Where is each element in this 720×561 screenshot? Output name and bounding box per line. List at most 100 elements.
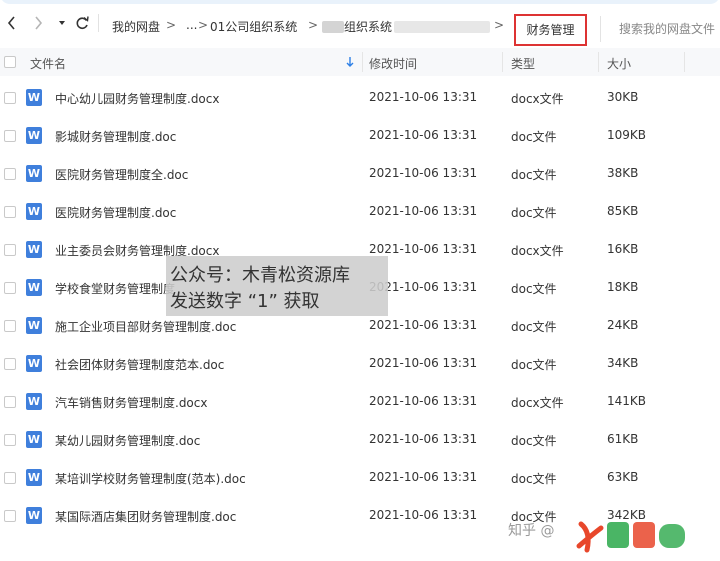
file-type: docx文件 (511, 92, 564, 106)
breadcrumb-ellipsis[interactable]: ... (186, 18, 197, 32)
watermark-logo (576, 521, 685, 553)
word-doc-icon: W (26, 317, 42, 334)
search-input[interactable]: 搜索我的网盘文件 (600, 16, 720, 42)
file-row[interactable]: W 汽车销售财务管理制度.docx 2021-10-06 13:31 docx文件 14… (0, 383, 720, 421)
breadcrumb-separator: > (166, 18, 177, 32)
breadcrumb-org-system[interactable]: 组织系统 (344, 18, 392, 35)
word-doc-icon: W (26, 165, 42, 182)
file-type: docx文件 (511, 396, 564, 410)
file-type: doc文件 (511, 434, 557, 448)
select-all-checkbox[interactable] (4, 56, 16, 68)
file-type: docx文件 (511, 244, 564, 258)
row-checkbox[interactable] (4, 396, 16, 408)
file-modified: 2021-10-06 13:31 (369, 318, 478, 332)
promo-overlay: 公众号：木青松资源库 发送数字 “1” 获取 (166, 256, 388, 316)
row-checkbox[interactable] (4, 282, 16, 294)
promo-line-2: 发送数字 “1” 获取 (170, 291, 320, 312)
blurred-region (322, 21, 344, 33)
file-row[interactable]: W 医院财务管理制度.doc 2021-10-06 13:31 doc文件 85KB (0, 193, 720, 231)
file-modified: 2021-10-06 13:31 (369, 204, 478, 218)
file-modified: 2021-10-06 13:31 (369, 356, 478, 370)
file-size: 141KB (607, 394, 647, 408)
breadcrumb-company-org[interactable]: 01公司组织系统 (210, 18, 297, 35)
file-modified: 2021-10-06 13:31 (369, 90, 478, 104)
file-name[interactable]: 医院财务管理制度全.doc (55, 166, 188, 183)
file-size: 30KB (607, 90, 639, 104)
row-checkbox[interactable] (4, 320, 16, 332)
file-row[interactable]: W 某幼儿园财务管理制度.doc 2021-10-06 13:31 doc文件 61KB (0, 421, 720, 459)
breadcrumb-separator: > (308, 18, 319, 32)
file-size: 34KB (607, 356, 639, 370)
watermark-text: 知乎 @ (508, 523, 555, 539)
file-type: doc文件 (511, 130, 557, 144)
nav-divider (98, 14, 99, 32)
file-name[interactable]: 社会团体财务管理制度范本.doc (55, 356, 224, 373)
file-type: doc文件 (511, 206, 557, 220)
top-bar-edge (0, 0, 720, 4)
file-size: 109KB (607, 128, 647, 142)
word-doc-icon: W (26, 127, 42, 144)
breadcrumb-separator: > (494, 18, 505, 32)
file-name[interactable]: 汽车销售财务管理制度.docx (55, 394, 207, 411)
breadcrumb-my-drive[interactable]: 我的网盘 (112, 18, 160, 35)
file-modified: 2021-10-06 13:31 (369, 432, 478, 446)
column-type[interactable]: 类型 (511, 55, 535, 72)
file-name[interactable]: 学校食堂财务管理制度 (55, 280, 175, 297)
refresh-icon[interactable] (74, 14, 90, 32)
file-name[interactable]: 施工企业项目部财务管理制度.doc (55, 318, 236, 335)
file-row[interactable]: W 影城财务管理制度.doc 2021-10-06 13:31 doc文件 109KB (0, 117, 720, 155)
word-doc-icon: W (26, 203, 42, 220)
row-checkbox[interactable] (4, 92, 16, 104)
file-row[interactable]: W 社会团体财务管理制度范本.doc 2021-10-06 13:31 doc文件 34… (0, 345, 720, 383)
file-size: 24KB (607, 318, 639, 332)
file-type: doc文件 (511, 472, 557, 486)
column-divider[interactable] (362, 52, 363, 72)
row-checkbox[interactable] (4, 244, 16, 256)
word-doc-icon: W (26, 89, 42, 106)
row-checkbox[interactable] (4, 358, 16, 370)
file-name[interactable]: 中心幼儿园财务管理制度.docx (55, 90, 219, 107)
file-row[interactable]: W 医院财务管理制度全.doc 2021-10-06 13:31 doc文件 38KB (0, 155, 720, 193)
file-modified: 2021-10-06 13:31 (369, 128, 478, 142)
column-modified[interactable]: 修改时间 (369, 55, 417, 72)
word-doc-icon: W (26, 279, 42, 296)
file-name[interactable]: 某幼儿园财务管理制度.doc (55, 432, 200, 449)
word-doc-icon: W (26, 393, 42, 410)
file-modified: 2021-10-06 13:31 (369, 166, 478, 180)
row-checkbox[interactable] (4, 472, 16, 484)
word-doc-icon: W (26, 469, 42, 486)
file-name[interactable]: 某培训学校财务管理制度(范本).doc (55, 470, 246, 487)
row-checkbox[interactable] (4, 168, 16, 180)
column-size[interactable]: 大小 (607, 55, 631, 72)
file-name[interactable]: 医院财务管理制度.doc (55, 204, 176, 221)
column-divider[interactable] (684, 52, 685, 72)
column-name[interactable]: 文件名 (30, 55, 66, 72)
navigation-bar: 我的网盘 > ... > 01公司组织系统 > 组织系统 > 财务管理 搜索我的… (0, 0, 720, 46)
file-name[interactable]: 某国际酒店集团财务管理制度.doc (55, 508, 236, 525)
file-modified: 2021-10-06 13:31 (369, 470, 478, 484)
caret-down-icon[interactable] (58, 14, 66, 32)
file-name[interactable]: 影城财务管理制度.doc (55, 128, 176, 145)
file-row[interactable]: W 某培训学校财务管理制度(范本).doc 2021-10-06 13:31 doc文… (0, 459, 720, 497)
chevron-right-icon[interactable] (34, 14, 44, 32)
file-size: 61KB (607, 432, 639, 446)
file-size: 38KB (607, 166, 639, 180)
file-list-header: 文件名 修改时间 类型 大小 (0, 48, 720, 76)
column-divider[interactable] (502, 52, 503, 72)
row-checkbox[interactable] (4, 510, 16, 522)
file-size: 16KB (607, 242, 639, 256)
arrow-down-icon[interactable] (346, 56, 354, 68)
breadcrumb-separator: > (198, 18, 209, 32)
row-checkbox[interactable] (4, 434, 16, 446)
file-type: doc文件 (511, 358, 557, 372)
word-doc-icon: W (26, 431, 42, 448)
row-checkbox[interactable] (4, 206, 16, 218)
file-row[interactable]: W 中心幼儿园财务管理制度.docx 2021-10-06 13:31 docx文件 3… (0, 79, 720, 117)
chevron-left-icon[interactable] (6, 14, 16, 32)
file-modified: 2021-10-06 13:31 (369, 508, 478, 522)
file-type: doc文件 (511, 282, 557, 296)
row-checkbox[interactable] (4, 130, 16, 142)
column-divider[interactable] (598, 52, 599, 72)
file-type: doc文件 (511, 320, 557, 334)
breadcrumb-current-finance[interactable]: 财务管理 (514, 14, 587, 46)
